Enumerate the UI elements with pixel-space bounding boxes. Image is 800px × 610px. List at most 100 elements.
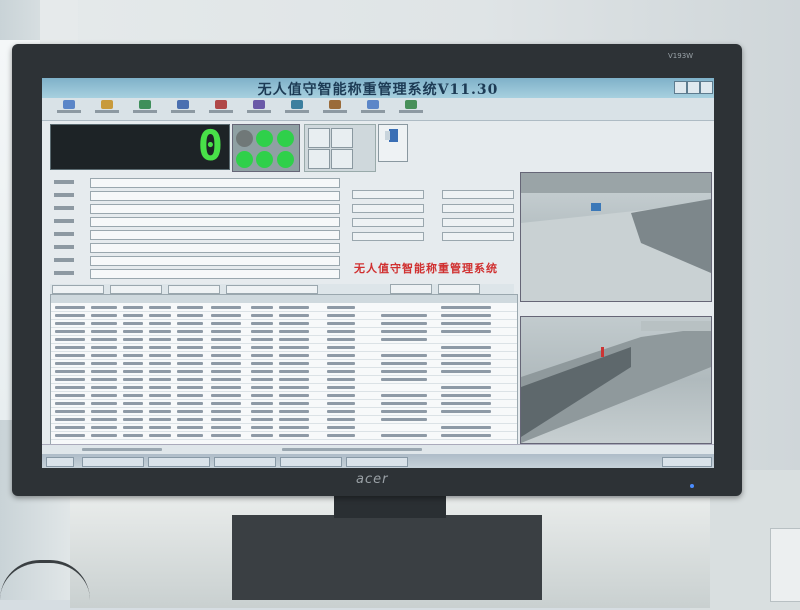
- toolbar-button-6[interactable]: [240, 100, 278, 118]
- toolbar-button-8[interactable]: [316, 100, 354, 118]
- table-row[interactable]: [51, 311, 517, 312]
- table-row[interactable]: [51, 383, 517, 384]
- system-tray: [662, 457, 712, 467]
- query-button[interactable]: [390, 284, 432, 294]
- table-cell: [279, 306, 309, 309]
- print-button[interactable]: [438, 284, 480, 294]
- maximize-button[interactable]: [687, 81, 700, 94]
- table-cell: [55, 378, 85, 381]
- table-cell: [149, 370, 171, 373]
- form-field-7[interactable]: [90, 256, 340, 266]
- table-row[interactable]: [51, 367, 517, 368]
- weight-field-6[interactable]: [442, 218, 514, 227]
- control-button-3[interactable]: [308, 149, 330, 169]
- table-cell: [91, 378, 117, 381]
- close-button[interactable]: [700, 81, 713, 94]
- form-field-3[interactable]: [90, 204, 340, 214]
- minimize-button[interactable]: [674, 81, 687, 94]
- table-cell: [279, 434, 309, 437]
- table-cell: [251, 346, 273, 349]
- filter-field-2[interactable]: [110, 285, 162, 294]
- control-button-4[interactable]: [331, 149, 353, 169]
- table-cell: [149, 338, 171, 341]
- toolbar-button-3[interactable]: [126, 100, 164, 118]
- weight-field-7[interactable]: [352, 232, 424, 241]
- table-row[interactable]: [51, 399, 517, 400]
- table-row[interactable]: [51, 423, 517, 424]
- weight-field-4[interactable]: [442, 204, 514, 213]
- table-cell: [123, 410, 143, 413]
- filter-field-1[interactable]: [52, 285, 104, 294]
- table-cell: [251, 338, 273, 341]
- table-row[interactable]: [51, 431, 517, 432]
- table-cell: [123, 426, 143, 429]
- toolbar-button-9[interactable]: [354, 100, 392, 118]
- table-row[interactable]: [51, 407, 517, 408]
- table-row[interactable]: [51, 335, 517, 336]
- taskbar-item[interactable]: [280, 457, 342, 467]
- table-cell: [91, 346, 117, 349]
- start-button[interactable]: [46, 457, 74, 467]
- table-cell: [149, 386, 171, 389]
- table-cell: [149, 306, 171, 309]
- filter-field-4[interactable]: [226, 285, 318, 294]
- table-cell: [91, 338, 117, 341]
- table-cell: [149, 402, 171, 405]
- table-cell: [381, 330, 427, 333]
- taskbar-item[interactable]: [148, 457, 210, 467]
- form-field-2[interactable]: [90, 191, 340, 201]
- table-cell: [55, 370, 85, 373]
- table-cell: [123, 418, 143, 421]
- control-button-2[interactable]: [331, 128, 353, 148]
- table-cell: [91, 386, 117, 389]
- table-row[interactable]: [51, 391, 517, 392]
- toolbar-button-1[interactable]: [50, 100, 88, 118]
- table-cell: [211, 434, 241, 437]
- table-row[interactable]: [51, 375, 517, 376]
- weight-field-8[interactable]: [442, 232, 514, 241]
- form-field-8[interactable]: [90, 269, 340, 279]
- control-button-1[interactable]: [308, 128, 330, 148]
- form-field-4[interactable]: [90, 217, 340, 227]
- table-cell: [279, 354, 309, 357]
- form-field-1[interactable]: [90, 178, 340, 188]
- toolbar-button-2[interactable]: [88, 100, 126, 118]
- table-cell: [177, 346, 203, 349]
- table-cell: [279, 394, 309, 397]
- monitor-model: V193W: [668, 52, 694, 60]
- taskbar-item[interactable]: [82, 457, 144, 467]
- table-cell: [55, 314, 85, 317]
- exit-button[interactable]: [378, 124, 408, 162]
- filter-field-3[interactable]: [168, 285, 220, 294]
- table-row[interactable]: [51, 319, 517, 320]
- app-title: 无人值守智能称重管理系统V11.30: [257, 82, 499, 98]
- weight-field-2[interactable]: [442, 190, 514, 199]
- toolbar-button-10[interactable]: [392, 100, 430, 118]
- weight-field-5[interactable]: [352, 218, 424, 227]
- table-cell: [211, 306, 241, 309]
- toolbar-button-5[interactable]: [202, 100, 240, 118]
- table-cell: [327, 378, 355, 381]
- table-cell: [279, 330, 309, 333]
- taskbar-item[interactable]: [346, 457, 408, 467]
- table-row[interactable]: [51, 351, 517, 352]
- table-cell: [149, 346, 171, 349]
- taskbar-item[interactable]: [214, 457, 276, 467]
- table-cell: [381, 402, 427, 405]
- table-row[interactable]: [51, 439, 517, 440]
- table-row[interactable]: [51, 359, 517, 360]
- camera-view-2: [520, 316, 712, 444]
- table-cell: [177, 306, 203, 309]
- table-row[interactable]: [51, 343, 517, 344]
- toolbar-button-7[interactable]: [278, 100, 316, 118]
- weight-field-1[interactable]: [352, 190, 424, 199]
- table-cell: [177, 362, 203, 365]
- form-field-6[interactable]: [90, 243, 340, 253]
- table-row[interactable]: [51, 415, 517, 416]
- toolbar-button-4[interactable]: [164, 100, 202, 118]
- weight-field-3[interactable]: [352, 204, 424, 213]
- form-field-5[interactable]: [90, 230, 340, 240]
- table-cell: [441, 426, 491, 429]
- table-cell: [211, 370, 241, 373]
- table-row[interactable]: [51, 327, 517, 328]
